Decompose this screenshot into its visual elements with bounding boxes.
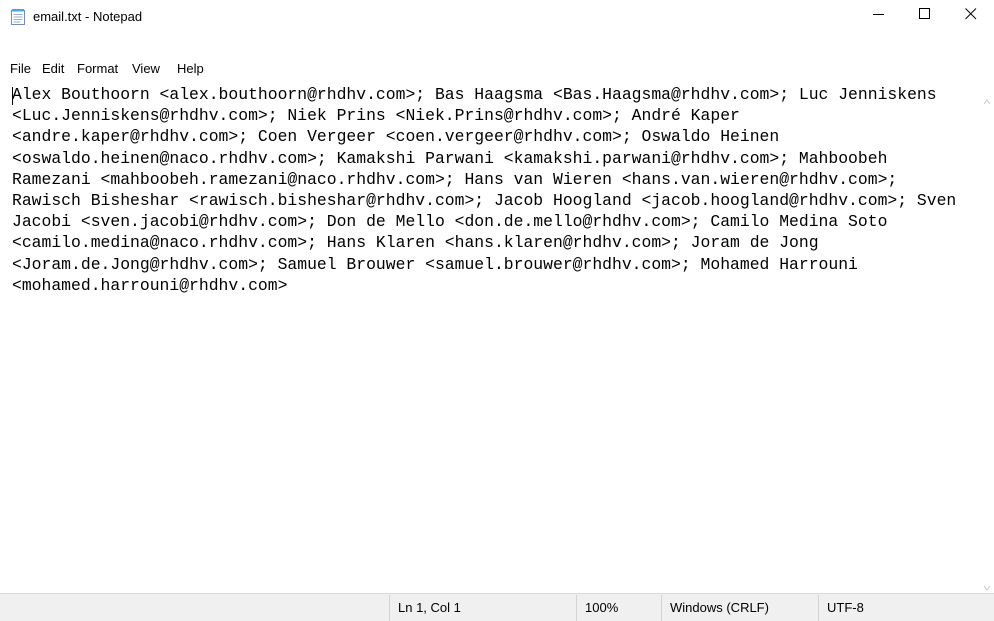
menu-edit[interactable]: Edit [42,59,64,79]
status-zoom: 100% [585,600,619,615]
status-line-ending: Windows (CRLF) [670,600,769,615]
scroll-up-icon[interactable] [983,93,991,105]
maximize-button[interactable] [902,0,948,32]
title-bar[interactable]: email.txt - Notepad [0,0,994,32]
menu-help[interactable]: Help [177,59,204,79]
minimize-button[interactable] [856,0,902,32]
menu-file[interactable]: File [10,59,31,79]
close-button[interactable] [948,0,994,32]
notepad-window: email.txt - Notepad File Edit Format Vie… [0,0,994,621]
status-position: Ln 1, Col 1 [398,600,461,615]
close-icon [965,7,977,25]
menu-format[interactable]: Format [77,59,118,79]
status-encoding: UTF-8 [827,600,864,615]
editor-content[interactable]: Alex Bouthoorn <alex.bouthoorn@rhdhv.com… [12,84,972,296]
maximize-icon [919,7,931,25]
status-bar: Ln 1, Col 1 100% Windows (CRLF) UTF-8 [0,593,994,621]
text-editor[interactable]: Alex Bouthoorn <alex.bouthoorn@rhdhv.com… [10,84,984,592]
text-caret [12,87,13,105]
notepad-icon [10,8,26,25]
menu-bar: File Edit Format View Help [0,59,994,81]
window-title: email.txt - Notepad [33,9,143,24]
scroll-down-icon[interactable] [983,579,991,591]
minimize-icon [873,7,885,25]
menu-view[interactable]: View [132,59,160,79]
